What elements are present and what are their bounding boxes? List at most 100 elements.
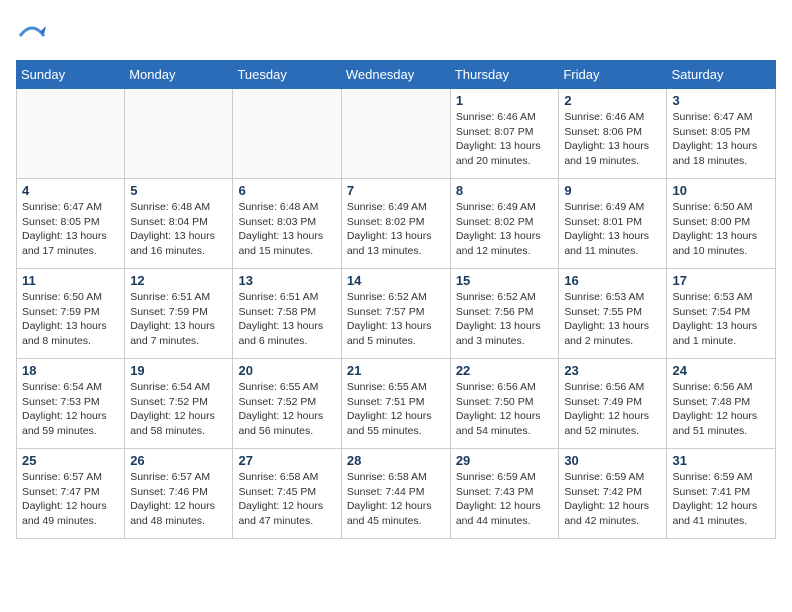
- day-info: Sunrise: 6:55 AM Sunset: 7:51 PM Dayligh…: [347, 380, 445, 439]
- day-info: Sunrise: 6:46 AM Sunset: 8:07 PM Dayligh…: [456, 110, 554, 169]
- calendar-cell: 31 Sunrise: 6:59 AM Sunset: 7:41 PM Dayli…: [667, 449, 776, 539]
- day-number: 27: [238, 453, 335, 468]
- day-info: Sunrise: 6:52 AM Sunset: 7:56 PM Dayligh…: [456, 290, 554, 349]
- day-info: Sunrise: 6:58 AM Sunset: 7:44 PM Dayligh…: [347, 470, 445, 529]
- calendar-cell: [125, 89, 233, 179]
- day-info: Sunrise: 6:46 AM Sunset: 8:06 PM Dayligh…: [564, 110, 661, 169]
- day-number: 17: [672, 273, 770, 288]
- calendar-week-row: 4 Sunrise: 6:47 AM Sunset: 8:05 PM Daylig…: [17, 179, 776, 269]
- day-info: Sunrise: 6:51 AM Sunset: 7:58 PM Dayligh…: [238, 290, 335, 349]
- day-number: 1: [456, 93, 554, 108]
- calendar-cell: 23 Sunrise: 6:56 AM Sunset: 7:49 PM Dayli…: [559, 359, 667, 449]
- day-info: Sunrise: 6:49 AM Sunset: 8:02 PM Dayligh…: [347, 200, 445, 259]
- day-info: Sunrise: 6:59 AM Sunset: 7:41 PM Dayligh…: [672, 470, 770, 529]
- calendar-week-row: 1 Sunrise: 6:46 AM Sunset: 8:07 PM Daylig…: [17, 89, 776, 179]
- day-number: 11: [22, 273, 119, 288]
- day-number: 22: [456, 363, 554, 378]
- logo: [16, 16, 52, 48]
- calendar-cell: 13 Sunrise: 6:51 AM Sunset: 7:58 PM Dayli…: [233, 269, 341, 359]
- day-info: Sunrise: 6:58 AM Sunset: 7:45 PM Dayligh…: [238, 470, 335, 529]
- calendar-cell: 2 Sunrise: 6:46 AM Sunset: 8:06 PM Daylig…: [559, 89, 667, 179]
- day-info: Sunrise: 6:47 AM Sunset: 8:05 PM Dayligh…: [672, 110, 770, 169]
- calendar-cell: [17, 89, 125, 179]
- day-number: 24: [672, 363, 770, 378]
- day-number: 20: [238, 363, 335, 378]
- day-info: Sunrise: 6:56 AM Sunset: 7:49 PM Dayligh…: [564, 380, 661, 439]
- calendar-week-row: 25 Sunrise: 6:57 AM Sunset: 7:47 PM Dayli…: [17, 449, 776, 539]
- calendar-cell: 10 Sunrise: 6:50 AM Sunset: 8:00 PM Dayli…: [667, 179, 776, 269]
- day-info: Sunrise: 6:47 AM Sunset: 8:05 PM Dayligh…: [22, 200, 119, 259]
- day-info: Sunrise: 6:51 AM Sunset: 7:59 PM Dayligh…: [130, 290, 227, 349]
- calendar-cell: 30 Sunrise: 6:59 AM Sunset: 7:42 PM Dayli…: [559, 449, 667, 539]
- day-info: Sunrise: 6:59 AM Sunset: 7:43 PM Dayligh…: [456, 470, 554, 529]
- day-of-week-header: Saturday: [667, 61, 776, 89]
- calendar-week-row: 18 Sunrise: 6:54 AM Sunset: 7:53 PM Dayli…: [17, 359, 776, 449]
- day-number: 13: [238, 273, 335, 288]
- day-info: Sunrise: 6:57 AM Sunset: 7:47 PM Dayligh…: [22, 470, 119, 529]
- day-number: 23: [564, 363, 661, 378]
- day-info: Sunrise: 6:50 AM Sunset: 8:00 PM Dayligh…: [672, 200, 770, 259]
- day-number: 15: [456, 273, 554, 288]
- calendar-cell: 6Sunrise: 6:48 AM Sunset: 8:03 PM Daylig…: [233, 179, 341, 269]
- day-info: Sunrise: 6:50 AM Sunset: 7:59 PM Dayligh…: [22, 290, 119, 349]
- calendar-cell: 26Sunrise: 6:57 AM Sunset: 7:46 PM Dayli…: [125, 449, 233, 539]
- calendar-cell: 7Sunrise: 6:49 AM Sunset: 8:02 PM Daylig…: [341, 179, 450, 269]
- calendar-cell: 1 Sunrise: 6:46 AM Sunset: 8:07 PM Daylig…: [450, 89, 559, 179]
- day-number: 4: [22, 183, 119, 198]
- calendar-week-row: 11 Sunrise: 6:50 AM Sunset: 7:59 PM Dayli…: [17, 269, 776, 359]
- calendar-cell: 18 Sunrise: 6:54 AM Sunset: 7:53 PM Dayli…: [17, 359, 125, 449]
- calendar-cell: 27 Sunrise: 6:58 AM Sunset: 7:45 PM Dayli…: [233, 449, 341, 539]
- calendar-header-row: SundayMondayTuesdayWednesdayThursdayFrid…: [17, 61, 776, 89]
- day-of-week-header: Tuesday: [233, 61, 341, 89]
- day-number: 30: [564, 453, 661, 468]
- calendar-cell: 21 Sunrise: 6:55 AM Sunset: 7:51 PM Dayli…: [341, 359, 450, 449]
- calendar-cell: 8 Sunrise: 6:49 AM Sunset: 8:02 PM Daylig…: [450, 179, 559, 269]
- day-info: Sunrise: 6:48 AM Sunset: 8:04 PM Dayligh…: [130, 200, 227, 259]
- day-info: Sunrise: 6:54 AM Sunset: 7:53 PM Dayligh…: [22, 380, 119, 439]
- day-number: 10: [672, 183, 770, 198]
- calendar-cell: 14 Sunrise: 6:52 AM Sunset: 7:57 PM Dayli…: [341, 269, 450, 359]
- calendar-cell: 4 Sunrise: 6:47 AM Sunset: 8:05 PM Daylig…: [17, 179, 125, 269]
- day-info: Sunrise: 6:49 AM Sunset: 8:02 PM Dayligh…: [456, 200, 554, 259]
- day-info: Sunrise: 6:52 AM Sunset: 7:57 PM Dayligh…: [347, 290, 445, 349]
- day-of-week-header: Sunday: [17, 61, 125, 89]
- day-of-week-header: Monday: [125, 61, 233, 89]
- day-of-week-header: Wednesday: [341, 61, 450, 89]
- day-number: 2: [564, 93, 661, 108]
- day-number: 5: [130, 183, 227, 198]
- calendar-cell: 17 Sunrise: 6:53 AM Sunset: 7:54 PM Dayli…: [667, 269, 776, 359]
- calendar-cell: 24 Sunrise: 6:56 AM Sunset: 7:48 PM Dayli…: [667, 359, 776, 449]
- day-of-week-header: Friday: [559, 61, 667, 89]
- calendar-cell: 5 Sunrise: 6:48 AM Sunset: 8:04 PM Daylig…: [125, 179, 233, 269]
- day-number: 8: [456, 183, 554, 198]
- day-number: 28: [347, 453, 445, 468]
- day-number: 29: [456, 453, 554, 468]
- calendar-cell: 25 Sunrise: 6:57 AM Sunset: 7:47 PM Dayli…: [17, 449, 125, 539]
- day-number: 31: [672, 453, 770, 468]
- day-number: 14: [347, 273, 445, 288]
- day-number: 3: [672, 93, 770, 108]
- day-number: 21: [347, 363, 445, 378]
- calendar-cell: 28 Sunrise: 6:58 AM Sunset: 7:44 PM Dayli…: [341, 449, 450, 539]
- calendar-cell: 9Sunrise: 6:49 AM Sunset: 8:01 PM Daylig…: [559, 179, 667, 269]
- calendar-cell: 19Sunrise: 6:54 AM Sunset: 7:52 PM Dayli…: [125, 359, 233, 449]
- day-number: 25: [22, 453, 119, 468]
- day-info: Sunrise: 6:49 AM Sunset: 8:01 PM Dayligh…: [564, 200, 661, 259]
- day-number: 16: [564, 273, 661, 288]
- calendar-cell: [233, 89, 341, 179]
- day-info: Sunrise: 6:53 AM Sunset: 7:54 PM Dayligh…: [672, 290, 770, 349]
- day-number: 26: [130, 453, 227, 468]
- day-number: 6: [238, 183, 335, 198]
- calendar-cell: 15 Sunrise: 6:52 AM Sunset: 7:56 PM Dayli…: [450, 269, 559, 359]
- calendar-cell: 16Sunrise: 6:53 AM Sunset: 7:55 PM Dayli…: [559, 269, 667, 359]
- calendar-cell: 12 Sunrise: 6:51 AM Sunset: 7:59 PM Dayli…: [125, 269, 233, 359]
- day-of-week-header: Thursday: [450, 61, 559, 89]
- day-info: Sunrise: 6:56 AM Sunset: 7:48 PM Dayligh…: [672, 380, 770, 439]
- calendar-cell: 20 Sunrise: 6:55 AM Sunset: 7:52 PM Dayli…: [233, 359, 341, 449]
- calendar-cell: 3 Sunrise: 6:47 AM Sunset: 8:05 PM Daylig…: [667, 89, 776, 179]
- day-info: Sunrise: 6:55 AM Sunset: 7:52 PM Dayligh…: [238, 380, 335, 439]
- day-number: 18: [22, 363, 119, 378]
- day-info: Sunrise: 6:59 AM Sunset: 7:42 PM Dayligh…: [564, 470, 661, 529]
- day-number: 12: [130, 273, 227, 288]
- day-info: Sunrise: 6:54 AM Sunset: 7:52 PM Dayligh…: [130, 380, 227, 439]
